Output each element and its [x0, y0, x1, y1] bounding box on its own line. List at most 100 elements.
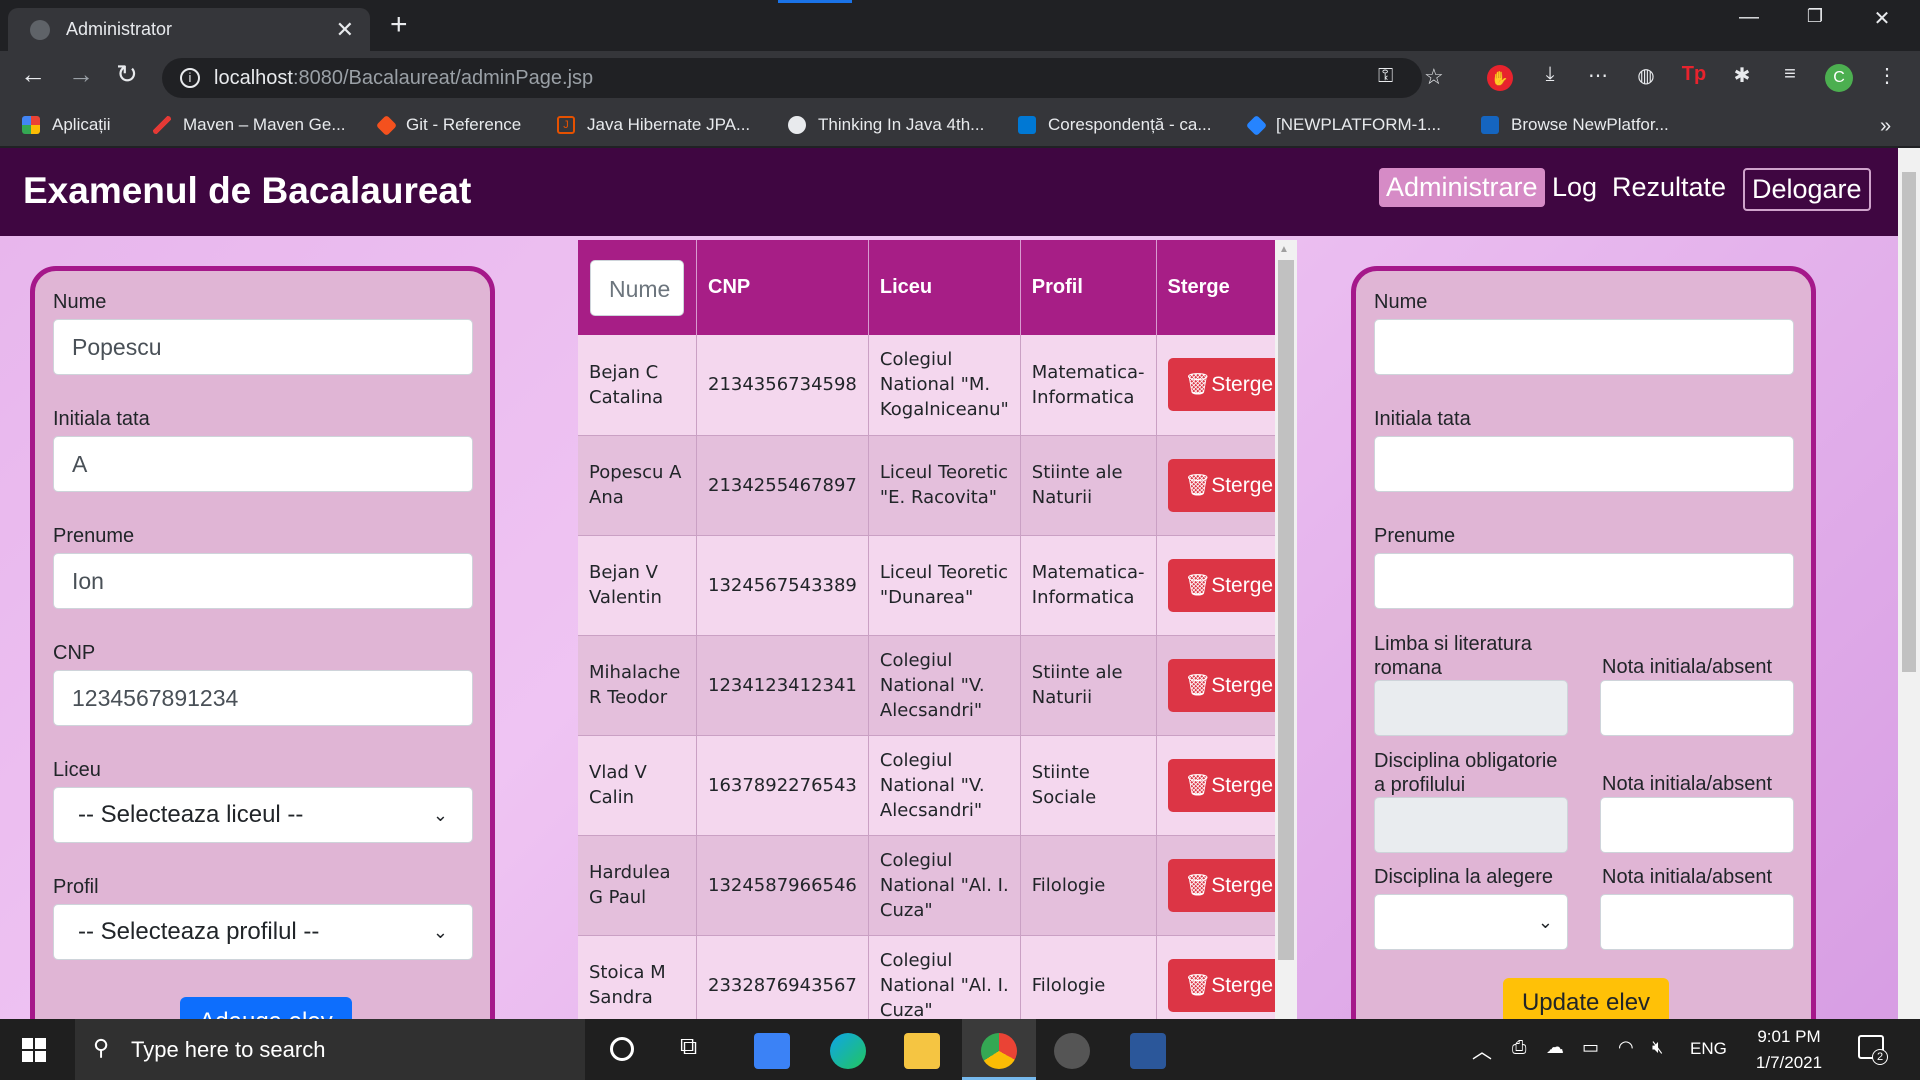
store-icon[interactable]: [754, 1033, 790, 1069]
apps-grid-icon: [22, 116, 40, 134]
bookmark-git[interactable]: Git - Reference: [375, 114, 521, 136]
close-tab-icon[interactable]: ✕: [336, 17, 354, 43]
minimize-icon[interactable]: —: [1724, 6, 1774, 29]
nota-obligatorie-input[interactable]: [1600, 797, 1794, 853]
profile-avatar[interactable]: C: [1825, 64, 1853, 92]
bookmark-outlook[interactable]: Corespondență - ca...: [1018, 115, 1211, 135]
page-scrollbar[interactable]: [1898, 148, 1920, 1019]
delete-button[interactable]: 🗑︎Sterge: [1167, 658, 1291, 712]
forward-icon[interactable]: →: [68, 59, 94, 90]
notification-count-badge: 2: [1872, 1049, 1888, 1065]
extension-dots-icon[interactable]: ⋯: [1583, 63, 1613, 93]
bookmark-maven[interactable]: Maven – Maven Ge...: [153, 115, 346, 135]
delete-button[interactable]: 🗑︎Sterge: [1167, 758, 1291, 812]
browser-toolbar: ← → ↻ i localhost:8080/Bacalaureat/admin…: [0, 51, 1920, 105]
onedrive-icon[interactable]: ☁: [1546, 1037, 1564, 1058]
word-icon[interactable]: [1130, 1033, 1166, 1069]
new-tab-button[interactable]: +: [390, 8, 408, 42]
nav-rezultate[interactable]: Rezultate: [1605, 168, 1733, 207]
restore-icon[interactable]: ❐: [1790, 6, 1840, 27]
nota-alegere-input[interactable]: [1600, 894, 1794, 950]
disciplina-alegere-select[interactable]: ⌄: [1374, 894, 1568, 950]
delete-label: Sterge: [1211, 373, 1274, 397]
battery-icon[interactable]: ▭: [1582, 1037, 1599, 1058]
bookmark-apps[interactable]: Aplicații: [22, 115, 111, 135]
bookmark-star-icon[interactable]: ☆: [1424, 64, 1444, 90]
update-prenume-input[interactable]: [1374, 553, 1794, 609]
nume-input[interactable]: Popescu: [53, 319, 473, 375]
delete-button[interactable]: 🗑︎Sterge: [1167, 858, 1291, 912]
trash-icon: 🗑︎: [1184, 973, 1212, 997]
table-scroll-thumb[interactable]: [1278, 260, 1294, 960]
site-brand[interactable]: Examenul de Bacalaureat: [23, 170, 471, 212]
delete-button[interactable]: 🗑︎Sterge: [1167, 358, 1291, 412]
task-view-icon[interactable]: ⧉: [680, 1033, 697, 1061]
header-liceu[interactable]: Liceu: [868, 240, 1021, 335]
adblock-icon[interactable]: ✋: [1487, 65, 1513, 91]
bookmark-jira-issue[interactable]: [NEWPLATFORM-1...: [1245, 114, 1441, 136]
disciplina-obligatorie-input: [1374, 797, 1568, 853]
more-bookmarks-button[interactable]: »: [1880, 115, 1891, 138]
windows-start-icon[interactable]: [22, 1038, 46, 1062]
wifi-icon[interactable]: ◠: [1618, 1037, 1634, 1058]
edge-icon[interactable]: [830, 1033, 866, 1069]
cell-nume: Popescu A Ana: [578, 435, 697, 536]
chevron-up-icon[interactable]: ︿: [1472, 1035, 1492, 1064]
trash-icon: 🗑︎: [1184, 773, 1212, 797]
nav-log[interactable]: Log: [1545, 168, 1604, 207]
profil-select[interactable]: -- Selecteaza profilul -- ⌄: [53, 904, 473, 960]
nota-romana-input[interactable]: [1600, 680, 1794, 736]
update-elev-button[interactable]: Update elev: [1503, 978, 1669, 1019]
page-scroll-thumb[interactable]: [1902, 172, 1916, 672]
prenume-label: Prenume: [1374, 525, 1456, 547]
info-icon[interactable]: i: [180, 68, 200, 88]
chrome-taskbar-button[interactable]: [962, 1019, 1036, 1080]
header-cnp[interactable]: CNP: [696, 240, 869, 335]
window-close-icon[interactable]: ✕: [1857, 6, 1907, 31]
update-initiala-input[interactable]: [1374, 436, 1794, 492]
cell-liceu: Liceul Teoretic "Dunarea": [868, 535, 1021, 636]
language-indicator[interactable]: ENG: [1690, 1039, 1727, 1059]
scroll-up-arrow-icon[interactable]: ▲: [1279, 244, 1289, 255]
bookmark-thinking-in-java[interactable]: Thinking In Java 4th...: [788, 115, 984, 135]
adauga-elev-button[interactable]: Adauga elev: [180, 997, 352, 1019]
nav-delogare[interactable]: Delogare: [1743, 168, 1871, 211]
liceu-select[interactable]: -- Selecteaza liceul -- ⌄: [53, 787, 473, 843]
delete-button[interactable]: 🗑︎Sterge: [1167, 558, 1291, 612]
menu-icon[interactable]: ⋮: [1872, 63, 1902, 93]
clock-date[interactable]: 1/7/2021: [1749, 1053, 1829, 1073]
name-filter-input[interactable]: Nume: [590, 259, 684, 316]
reload-icon[interactable]: ↻: [116, 59, 138, 90]
browser-tab[interactable]: Administrator ✕: [8, 8, 370, 51]
delete-button[interactable]: 🗑︎Sterge: [1167, 458, 1291, 512]
clock-time[interactable]: 9:01 PM: [1754, 1027, 1824, 1047]
tp-extension-icon[interactable]: Tp: [1679, 63, 1709, 93]
volume-muted-icon[interactable]: 🔇︎: [1652, 1037, 1663, 1058]
update-nume-input[interactable]: [1374, 319, 1794, 375]
puzzle-icon[interactable]: ✱: [1727, 63, 1757, 93]
nav-administrare[interactable]: Administrare: [1379, 168, 1545, 207]
cell-profil: Stiinte ale Naturii: [1020, 635, 1157, 736]
key-icon[interactable]: ⚿: [1378, 65, 1393, 88]
delete-button[interactable]: 🗑︎Sterge: [1167, 958, 1291, 1012]
prenume-input[interactable]: Ion: [53, 553, 473, 609]
bookmark-newplatform[interactable]: Browse NewPlatfor...: [1481, 115, 1669, 135]
settings-gear-icon[interactable]: [1054, 1033, 1090, 1069]
back-icon[interactable]: ←: [20, 59, 46, 90]
cortana-icon[interactable]: [610, 1037, 634, 1061]
file-explorer-icon[interactable]: [904, 1033, 940, 1069]
cnp-input[interactable]: 1234567891234: [53, 670, 473, 726]
globe-icon: [30, 19, 50, 40]
bookmark-java-hibernate[interactable]: J Java Hibernate JPA...: [557, 115, 750, 135]
initiala-input[interactable]: A: [53, 436, 473, 492]
cell-liceu: Colegiul National "Al. I. Cuza": [868, 835, 1021, 936]
translate-icon[interactable]: ◍: [1631, 63, 1661, 93]
download-icon[interactable]: ⤓: [1535, 63, 1565, 93]
bookmark-label: Thinking In Java 4th...: [818, 115, 985, 134]
bookmark-label: Browse NewPlatfor...: [1511, 115, 1669, 134]
taskbar-search-box[interactable]: ⚲ Type here to search: [75, 1019, 585, 1080]
address-bar[interactable]: i localhost:8080/Bacalaureat/adminPage.j…: [162, 58, 1444, 98]
header-profil[interactable]: Profil: [1020, 240, 1157, 335]
media-icon[interactable]: ≡: [1775, 63, 1805, 93]
device-icon[interactable]: ⎙: [1512, 1037, 1526, 1058]
